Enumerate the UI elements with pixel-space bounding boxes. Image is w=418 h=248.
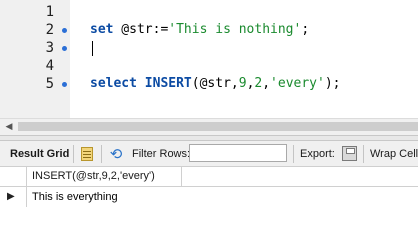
toolbar-separator [101, 145, 102, 163]
filter-rows-input[interactable] [189, 144, 287, 162]
result-grid-tab[interactable]: Result Grid [10, 141, 69, 167]
code-token: 9 [238, 76, 247, 91]
code-text[interactable]: select INSERT(@str,9,2,'every'); [90, 75, 341, 93]
line-number: 1 [45, 4, 54, 20]
code-token: @str:= [113, 22, 169, 37]
export-icon[interactable] [342, 146, 357, 161]
statement-marker-icon [62, 46, 67, 51]
editor-line[interactable]: 5 select INSERT(@str,9,2,'every'); [0, 75, 418, 93]
filter-rows-label: Filter Rows: [132, 148, 191, 160]
line-number: 4 [45, 58, 54, 74]
editor-line[interactable]: 2 set @str:='This is nothing'; [0, 21, 418, 39]
code-token: select [90, 76, 137, 91]
table-cell[interactable]: This is everything [27, 187, 182, 207]
line-number: 5 [45, 76, 54, 92]
refresh-icon[interactable]: ⟲ [107, 144, 125, 164]
result-grid[interactable]: INSERT(@str,9,2,'every') ▶ This is every… [0, 167, 418, 248]
code-token: ); [324, 76, 341, 91]
statement-marker-icon [62, 28, 67, 33]
grid-icon[interactable] [81, 147, 93, 161]
line-number: 3 [45, 40, 54, 56]
current-row-arrow-icon: ▶ [7, 191, 15, 202]
export-label: Export: [300, 148, 335, 160]
horizontal-scrollbar[interactable]: ◀ [0, 118, 418, 135]
code-token: , [262, 76, 271, 91]
toolbar-separator [293, 145, 294, 163]
code-text[interactable]: set @str:='This is nothing'; [90, 21, 309, 39]
wrap-cell-content-toggle[interactable]: Wrap Cell C [370, 141, 418, 167]
statement-marker-icon [62, 82, 67, 87]
code-token: 'every' [270, 76, 325, 91]
toolbar-separator [363, 145, 364, 163]
code-token: 'This is nothing' [168, 22, 302, 37]
code-token: set [90, 22, 114, 37]
text-caret [92, 41, 93, 56]
column-header[interactable]: INSERT(@str,9,2,'every') [27, 167, 182, 186]
table-row[interactable]: ▶ This is everything [0, 187, 418, 207]
scroll-left-icon[interactable]: ◀ [2, 120, 16, 134]
sql-editor[interactable]: 1 2 set @str:='This is nothing'; 3 4 5 select … [0, 0, 418, 118]
row-header[interactable]: ▶ [0, 187, 27, 207]
row-header-corner [0, 167, 27, 186]
grid-header-row: INSERT(@str,9,2,'every') [0, 167, 418, 187]
code-token: (@str, [191, 76, 239, 91]
code-token: ; [301, 22, 310, 37]
scrollbar-thumb[interactable] [18, 122, 418, 131]
editor-line[interactable]: 1 [0, 3, 418, 21]
code-token: INSERT [144, 76, 192, 91]
result-toolbar: Result Grid ⟲ Filter Rows: Export: Wrap … [0, 141, 418, 167]
editor-line[interactable]: 4 [0, 57, 418, 75]
editor-line[interactable]: 3 [0, 39, 418, 57]
toolbar-separator [73, 145, 74, 163]
line-number: 2 [45, 22, 54, 38]
